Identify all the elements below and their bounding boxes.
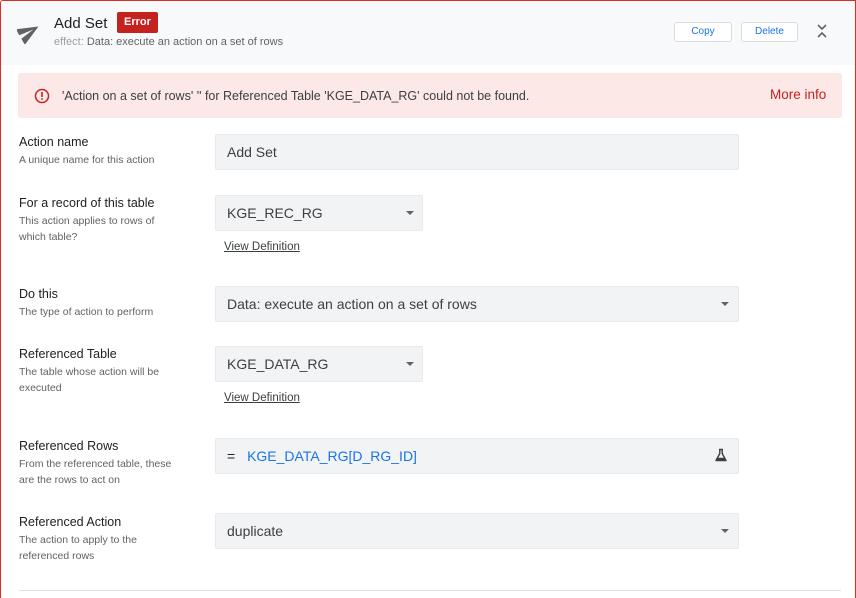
action-name-hint: A unique name for this action xyxy=(19,154,155,166)
action-title: Add Set xyxy=(54,15,108,32)
copy-button[interactable]: Copy xyxy=(674,22,732,42)
referenced-rows-expression[interactable]: = KGE_DATA_RG[D_RG_ID] xyxy=(215,438,739,474)
referenced-table-hint-line2: executed xyxy=(19,382,62,394)
table-select-value: KGE_REC_RG xyxy=(227,205,323,221)
referenced-action-label: Referenced Action xyxy=(19,515,122,529)
error-alert: 'Action on a set of rows' '' for Referen… xyxy=(18,73,842,118)
paper-plane-icon xyxy=(17,26,39,44)
flask-icon[interactable] xyxy=(714,448,728,462)
do-this-hint: The type of action to perform xyxy=(19,306,154,318)
delete-button[interactable]: Delete xyxy=(741,22,798,42)
do-this-select[interactable]: Data: execute an action on a set of rows xyxy=(215,286,739,322)
referenced-rows-label: Referenced Rows xyxy=(19,439,119,453)
collapse-icon[interactable] xyxy=(815,23,829,39)
divider xyxy=(19,590,841,591)
referenced-action-hint-line2: referenced rows xyxy=(19,550,95,562)
dropdown-caret-icon xyxy=(721,529,729,533)
alert-message: 'Action on a set of rows' '' for Referen… xyxy=(62,89,530,103)
do-this-label: Do this xyxy=(19,287,58,301)
referenced-action-value: duplicate xyxy=(227,523,284,539)
table-hint-line1: This action applies to rows of xyxy=(19,215,155,227)
referenced-table-hint-line1: The table whose action will be xyxy=(19,366,160,378)
table-select[interactable]: KGE_REC_RG xyxy=(215,195,423,231)
more-info-link[interactable]: More info xyxy=(770,87,826,102)
referenced-table-select[interactable]: KGE_DATA_RG xyxy=(215,346,423,382)
referenced-table-label: Referenced Table xyxy=(19,347,117,361)
expression-equals-sign: = xyxy=(227,448,236,464)
referenced-table-value: KGE_DATA_RG xyxy=(227,356,329,372)
subtitle-text: Data: execute an action on a set of rows xyxy=(86,36,284,48)
dropdown-caret-icon xyxy=(406,211,414,215)
dropdown-caret-icon xyxy=(721,302,729,306)
table-hint-line2: which table? xyxy=(19,231,78,243)
referenced-rows-hint-line1: From the referenced table, these xyxy=(19,458,172,470)
subtitle-prefix: effect: xyxy=(54,36,84,48)
action-panel: Add Set Error effect: Data: execute an a… xyxy=(0,0,856,598)
dropdown-caret-icon xyxy=(406,362,414,366)
referenced-rows-value: KGE_DATA_RG[D_RG_ID] xyxy=(247,448,417,464)
do-this-value: Data: execute an action on a set of rows xyxy=(227,296,477,312)
referenced-action-select[interactable]: duplicate xyxy=(215,513,739,549)
action-header[interactable]: Add Set Error effect: Data: execute an a… xyxy=(1,1,855,65)
table-label: For a record of this table xyxy=(19,196,155,210)
action-name-value: Add Set xyxy=(227,144,277,160)
referenced-rows-hint-line2: are the rows to act on xyxy=(19,474,120,486)
error-badge: Error xyxy=(117,12,158,33)
table-view-definition-link[interactable]: View Definition xyxy=(224,241,300,253)
error-circle-icon xyxy=(34,88,50,104)
action-name-label: Action name xyxy=(19,135,89,149)
referenced-table-view-definition-link[interactable]: View Definition xyxy=(224,392,300,404)
action-subtitle: effect: Data: execute an action on a set… xyxy=(54,36,283,48)
referenced-action-hint-line1: The action to apply to the xyxy=(19,534,137,546)
action-name-input[interactable]: Add Set xyxy=(215,134,739,170)
